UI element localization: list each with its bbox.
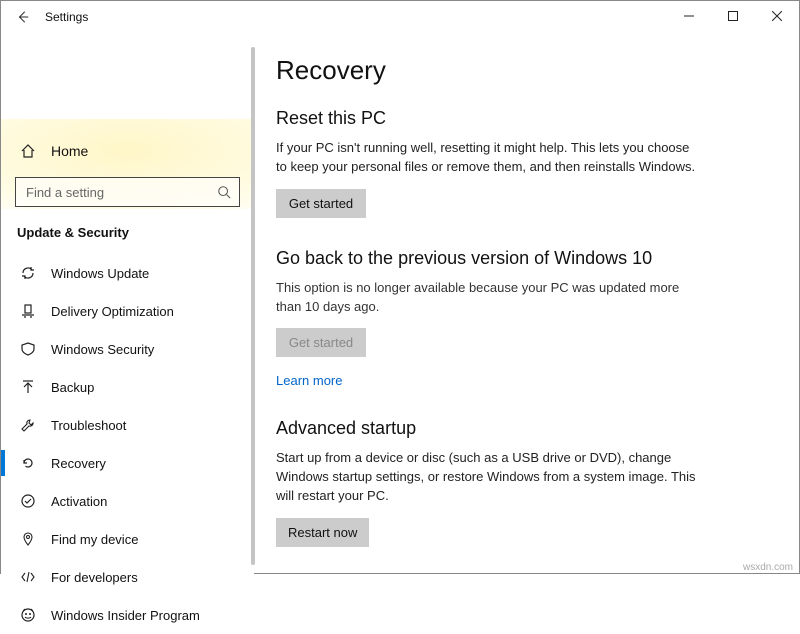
sidebar-item-recovery[interactable]: Recovery bbox=[1, 444, 254, 482]
delivery-icon bbox=[19, 302, 37, 320]
page-title: Recovery bbox=[276, 55, 771, 86]
sidebar-item-delivery-optimization[interactable]: Delivery Optimization bbox=[1, 292, 254, 330]
back-button[interactable] bbox=[1, 1, 45, 33]
sidebar-item-backup[interactable]: Backup bbox=[1, 368, 254, 406]
sidebar-item-label: Find my device bbox=[51, 532, 138, 547]
sidebar-item-windows-insider[interactable]: Windows Insider Program bbox=[1, 596, 254, 634]
advanced-restart-button[interactable]: Restart now bbox=[276, 518, 369, 547]
sidebar-scrollbar[interactable] bbox=[251, 47, 255, 565]
insider-icon bbox=[19, 606, 37, 624]
developers-icon bbox=[19, 568, 37, 586]
home-icon bbox=[19, 143, 37, 159]
watermark: wsxdn.com bbox=[743, 562, 793, 573]
sidebar-item-label: Recovery bbox=[51, 456, 106, 471]
sidebar-item-label: Delivery Optimization bbox=[51, 304, 174, 319]
close-icon bbox=[772, 11, 782, 21]
section-reset-pc: Reset this PC If your PC isn't running w… bbox=[276, 108, 696, 218]
backup-icon bbox=[19, 378, 37, 396]
arrow-left-icon bbox=[16, 10, 30, 24]
section-advanced-startup: Advanced startup Start up from a device … bbox=[276, 418, 696, 547]
minimize-icon bbox=[684, 11, 694, 21]
sidebar-item-troubleshoot[interactable]: Troubleshoot bbox=[1, 406, 254, 444]
sidebar-item-label: Windows Insider Program bbox=[51, 608, 200, 623]
reset-get-started-button[interactable]: Get started bbox=[276, 189, 366, 218]
sidebar-home[interactable]: Home bbox=[1, 131, 254, 171]
minimize-button[interactable] bbox=[667, 1, 711, 31]
recovery-icon bbox=[19, 454, 37, 472]
wrench-icon bbox=[19, 416, 37, 434]
check-circle-icon bbox=[19, 492, 37, 510]
sidebar-section-header: Update & Security bbox=[1, 207, 254, 250]
goback-get-started-button: Get started bbox=[276, 328, 366, 357]
advanced-desc: Start up from a device or disc (such as … bbox=[276, 449, 696, 506]
sidebar-item-activation[interactable]: Activation bbox=[1, 482, 254, 520]
goback-desc: This option is no longer available becau… bbox=[276, 279, 696, 317]
window-title: Settings bbox=[45, 10, 88, 24]
goback-heading: Go back to the previous version of Windo… bbox=[276, 248, 696, 269]
search-icon bbox=[217, 185, 231, 199]
search-box[interactable] bbox=[15, 177, 240, 207]
section-go-back: Go back to the previous version of Windo… bbox=[276, 248, 696, 389]
content-pane: Recovery Reset this PC If your PC isn't … bbox=[254, 33, 799, 575]
sidebar-item-label: Windows Security bbox=[51, 342, 154, 357]
sidebar-item-windows-update[interactable]: Windows Update bbox=[1, 254, 254, 292]
sidebar-item-label: Activation bbox=[51, 494, 107, 509]
sidebar: Home Update & Security Windows Update bbox=[1, 33, 254, 575]
location-icon bbox=[19, 530, 37, 548]
titlebar: Settings bbox=[1, 1, 799, 33]
sidebar-home-label: Home bbox=[51, 143, 88, 159]
maximize-icon bbox=[728, 11, 738, 21]
close-button[interactable] bbox=[755, 1, 799, 31]
sidebar-item-label: Windows Update bbox=[51, 266, 149, 281]
advanced-heading: Advanced startup bbox=[276, 418, 696, 439]
maximize-button[interactable] bbox=[711, 1, 755, 31]
reset-desc: If your PC isn't running well, resetting… bbox=[276, 139, 696, 177]
sync-icon bbox=[19, 264, 37, 282]
window-controls bbox=[667, 1, 799, 31]
search-input[interactable] bbox=[24, 184, 217, 201]
shield-icon bbox=[19, 340, 37, 358]
reset-heading: Reset this PC bbox=[276, 108, 696, 129]
sidebar-item-label: Troubleshoot bbox=[51, 418, 126, 433]
sidebar-item-for-developers[interactable]: For developers bbox=[1, 558, 254, 596]
goback-learn-more-link[interactable]: Learn more bbox=[276, 373, 342, 388]
sidebar-item-find-my-device[interactable]: Find my device bbox=[1, 520, 254, 558]
sidebar-item-label: For developers bbox=[51, 570, 138, 585]
sidebar-item-windows-security[interactable]: Windows Security bbox=[1, 330, 254, 368]
sidebar-item-label: Backup bbox=[51, 380, 94, 395]
